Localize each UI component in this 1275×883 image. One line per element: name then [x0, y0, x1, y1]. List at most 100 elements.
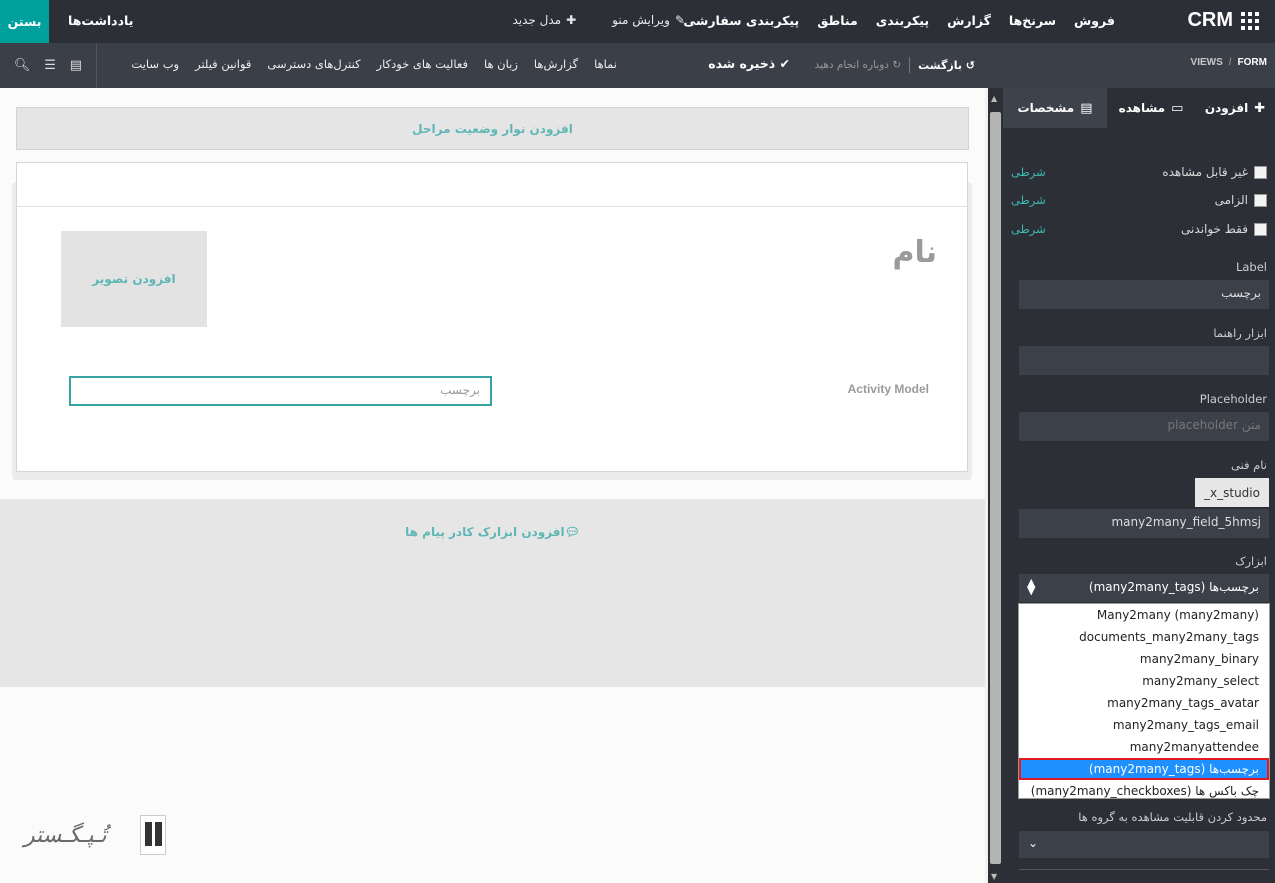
tags-field[interactable]: برچسب — [69, 376, 492, 406]
studio-submenu: نماها گزارش‌ها زبان ها فعالیت های خودکار… — [131, 57, 617, 71]
divider — [909, 57, 911, 73]
breadcrumb-form: FORM — [1237, 57, 1267, 68]
invisible-label: غیر قابل مشاهده — [1162, 165, 1248, 179]
pencil-icon: ✎ — [674, 13, 685, 27]
readonly-conditional-link[interactable]: شرطی — [1011, 222, 1046, 236]
add-image-button[interactable]: افزودن تصویر — [61, 231, 207, 327]
redo-icon: ↻ — [888, 59, 902, 71]
properties-icon: ▤ — [1080, 100, 1093, 116]
form-sheet: نام افزودن تصویر Activity Model برچسب — [16, 162, 968, 472]
invisible-checkbox[interactable] — [1254, 165, 1267, 179]
studio-subbar: VIEWS / FORM ↺ بازگشت ↻ دوباره انجام دهید … — [0, 43, 1275, 88]
watermark-logo: تُـپـگـستر — [24, 815, 174, 865]
record-title[interactable]: نام — [892, 235, 937, 270]
check-icon: ✔ — [775, 56, 790, 71]
tab-view[interactable]: ▭ مشاهده — [1107, 88, 1195, 128]
menu-sales[interactable]: فروش — [1074, 13, 1115, 28]
scroll-down-icon[interactable]: ▼ — [991, 872, 997, 881]
updown-caret-icon: ▲ ▼ — [1027, 576, 1036, 597]
submenu-website[interactable]: وب سایت — [131, 57, 179, 71]
studio-actions: ✎ویرایش منو ✚مدل جدید — [512, 13, 685, 27]
notes-button[interactable]: یادداشت‌ها — [68, 13, 133, 28]
invisible-conditional-link[interactable]: شرطی — [1011, 165, 1046, 179]
readonly-row: فقط خواندنی شرطی — [1011, 220, 1267, 238]
chatter-area: 💬︎افزودن ابزارک کادر پیام ها — [0, 499, 985, 687]
breadcrumb-separator: / — [1228, 57, 1232, 68]
undo-redo-group: ↺ بازگشت ↻ دوباره انجام دهید — [815, 57, 975, 73]
widget-option[interactable]: many2manyattendee — [1019, 736, 1269, 758]
apps-grid-icon[interactable] — [1241, 12, 1259, 30]
readonly-label: فقط خواندنی — [1181, 222, 1248, 236]
app-brand[interactable]: CRM — [1187, 9, 1233, 32]
logo-mark-icon — [140, 815, 166, 855]
submenu-access-controls[interactable]: کنترل‌های دسترسی — [267, 57, 360, 71]
tooltip-field-label: ابزار راهنما — [1213, 326, 1267, 340]
widget-option[interactable]: Many2many (many2many) — [1019, 604, 1269, 626]
menu-report[interactable]: گزارش — [947, 13, 991, 28]
required-label: الزامی — [1214, 193, 1248, 207]
invisible-row: غیر قابل مشاهده شرطی — [1011, 163, 1267, 181]
label-input[interactable]: برچسب — [1019, 280, 1269, 309]
technical-name-label: نام فنی — [1230, 458, 1267, 472]
canvas-scrollbar[interactable]: ▲ ▼ — [985, 88, 1003, 883]
tab-properties[interactable]: ▤ مشخصات — [1003, 88, 1107, 128]
new-model-button[interactable]: ✚مدل جدید — [512, 13, 576, 27]
menu-config[interactable]: پیکربندی — [876, 13, 929, 28]
view-switcher: 🔍︎ ☰ ▤ — [0, 43, 97, 88]
widget-option-selected[interactable]: برچسب‌ها (many2many_tags) — [1019, 758, 1269, 780]
submenu-views[interactable]: نماها — [594, 57, 617, 71]
widget-dropdown: Many2many (many2many) documents_many2man… — [1018, 603, 1270, 799]
submenu-automations[interactable]: فعالیت های خودکار — [377, 57, 468, 71]
close-studio-button[interactable]: بستن — [0, 0, 49, 43]
undo-icon: ↺ — [961, 58, 975, 72]
widget-label: ابزارک — [1235, 554, 1267, 568]
widget-option[interactable]: many2many_select — [1019, 670, 1269, 692]
menu-leads[interactable]: سرنخ‌ها — [1009, 13, 1056, 28]
logo-text: تُـپـگـستر — [24, 823, 107, 848]
tooltip-input[interactable] — [1019, 346, 1269, 375]
redo-button[interactable]: ↻ دوباره انجام دهید — [815, 59, 901, 71]
breadcrumb-views[interactable]: VIEWS — [1191, 57, 1223, 68]
list-view-icon[interactable]: ☰ — [44, 58, 56, 73]
technical-name-input[interactable]: many2many_field_5hmsj — [1019, 509, 1269, 538]
field-label[interactable]: Activity Model — [848, 382, 929, 396]
edit-menu-button[interactable]: ✎ویرایش منو — [612, 13, 685, 27]
divider — [1019, 869, 1269, 870]
top-navbar: CRM فروش سرنخ‌ها گزارش پیکربندی مناطق پی… — [0, 0, 1275, 43]
submenu-filter-rules[interactable]: قوانین فیلتر — [195, 57, 251, 71]
required-row: الزامی شرطی — [1011, 191, 1267, 209]
menu-custom-config[interactable]: پیکربندی سفارشی — [683, 13, 799, 28]
search-icon[interactable]: 🔍︎ — [14, 58, 31, 73]
properties-sidebar: ✚ افزودن ▭ مشاهده ▤ مشخصات غیر قابل مشاهده … — [1003, 88, 1275, 883]
widget-select[interactable]: برچسب‌ها (many2many_tags) ▲ ▼ — [1019, 574, 1269, 602]
label-field-label: Label — [1235, 260, 1267, 274]
undo-button[interactable]: ↺ بازگشت — [918, 59, 975, 72]
submenu-reports[interactable]: گزارش‌ها — [534, 57, 578, 71]
scrollbar-thumb[interactable] — [990, 112, 1001, 864]
widget-option[interactable]: many2many_tags_avatar — [1019, 692, 1269, 714]
widget-option[interactable]: many2many_tags_email — [1019, 714, 1269, 736]
restrict-groups-label: محدود کردن قابلیت مشاهده به گروه ها — [1078, 810, 1267, 824]
scroll-up-icon[interactable]: ▲ — [991, 94, 997, 103]
placeholder-input[interactable]: متن placeholder — [1019, 412, 1269, 441]
widget-option[interactable]: چک باکس ها (many2many_checkboxes) — [1019, 780, 1269, 802]
required-checkbox[interactable] — [1254, 193, 1267, 207]
widget-option[interactable]: many2many_binary — [1019, 648, 1269, 670]
menu-regions[interactable]: مناطق — [817, 13, 858, 28]
monitor-icon: ▭ — [1171, 100, 1184, 116]
sidebar-tabs: ✚ افزودن ▭ مشاهده ▤ مشخصات — [1003, 88, 1275, 128]
tab-add[interactable]: ✚ افزودن — [1195, 88, 1275, 128]
form-view-icon[interactable]: ▤ — [70, 58, 82, 73]
chevron-down-icon: ⌄ — [1028, 836, 1039, 850]
placeholder-field-label: Placeholder — [1199, 392, 1267, 406]
plus-icon: ✚ — [1254, 100, 1266, 116]
required-conditional-link[interactable]: شرطی — [1011, 193, 1046, 207]
main-menu: فروش سرنخ‌ها گزارش پیکربندی مناطق پیکربن… — [683, 13, 1115, 28]
add-statusbar-button[interactable]: افزودن نوار وضعیت مراحل — [16, 107, 969, 150]
readonly-checkbox[interactable] — [1254, 222, 1267, 236]
submenu-languages[interactable]: زبان ها — [484, 57, 518, 71]
widget-option[interactable]: documents_many2many_tags — [1019, 626, 1269, 648]
add-chatter-button[interactable]: 💬︎افزودن ابزارک کادر پیام ها — [0, 525, 985, 539]
restrict-groups-select[interactable]: ⌄ — [1019, 831, 1269, 858]
form-editor-canvas: افزودن نوار وضعیت مراحل نام افزودن تصویر… — [0, 88, 985, 883]
